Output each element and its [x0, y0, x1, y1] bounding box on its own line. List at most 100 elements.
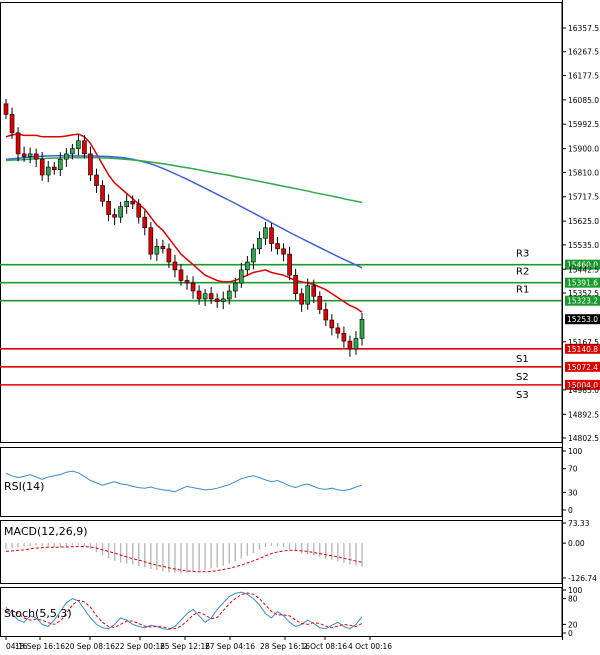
y-tick-label: 14802.5 — [568, 434, 599, 443]
candle-up — [239, 269, 244, 284]
y-tick-label: 0.00 — [568, 539, 585, 548]
y-tick-label: 14985.0 — [568, 386, 599, 395]
candle-down — [208, 293, 214, 300]
candle-down — [335, 327, 341, 334]
level-name-s2: S2 — [516, 372, 529, 383]
candle-down — [184, 280, 190, 284]
candle-up — [27, 153, 33, 157]
y-tick-label: 15442.5 — [568, 265, 599, 274]
y-tick-label: 16177.5 — [568, 71, 599, 80]
macd-signal-line — [5, 546, 363, 573]
candle-up — [263, 227, 268, 239]
candle-down — [15, 132, 21, 155]
time-axis: 04:1618 Sep 16:16 20 Sep 08:16 22 Sep 00:1… — [5, 636, 392, 651]
candle-up — [58, 158, 63, 171]
level-price-s2: 15072.4 — [567, 363, 598, 372]
y-tick-label: 16357.5 — [568, 24, 599, 33]
candle-down — [172, 261, 178, 271]
candle-down — [142, 216, 148, 229]
support-resistance-levels: R315460.0R215391.6R115323.2S115140.8S215… — [0, 249, 600, 401]
candle-down — [281, 248, 286, 255]
candle-down — [347, 340, 353, 350]
candle-down — [33, 153, 39, 160]
macd-panel: 73.33 0.00 -126.74 — [5, 519, 597, 583]
level-price-r2: 15391.6 — [567, 279, 598, 288]
candle-up — [257, 237, 262, 250]
candle-down — [106, 201, 111, 215]
candle-down — [341, 332, 347, 342]
macd-label: MACD(12,26,9) — [4, 525, 88, 538]
candle-down — [311, 285, 317, 297]
candle-down — [317, 295, 323, 310]
x-tick-label: 27 Sep 04:16 — [205, 642, 255, 651]
rsi-label: RSI(14) — [4, 480, 44, 493]
candle-down — [136, 203, 142, 218]
candle-down — [323, 309, 329, 321]
y-tick-label: 15535.0 — [568, 241, 599, 250]
candle-up — [226, 290, 232, 300]
candle-down — [112, 214, 117, 218]
y-tick-label: 80 — [568, 595, 578, 604]
y-tick-label: 15717.5 — [568, 193, 599, 202]
y-tick-label: 30 — [568, 488, 578, 497]
candle-up — [64, 153, 69, 160]
stoch-label: Stoch(5,5,3) — [4, 607, 72, 620]
candle-down — [3, 103, 9, 115]
y-tick-label: 0 — [568, 506, 573, 515]
chart-canvas: R315460.0R215391.6R115323.2S115140.8S215… — [0, 0, 600, 651]
candle-down — [293, 274, 298, 294]
level-name-r1: R1 — [516, 285, 529, 296]
candle-down — [214, 298, 220, 302]
level-name-r3: R3 — [516, 249, 529, 260]
level-name-s3: S3 — [516, 390, 529, 401]
y-tick-label: 70 — [568, 465, 578, 474]
candle-up — [45, 166, 51, 176]
level-name-r2: R2 — [516, 267, 529, 278]
candle-down — [287, 253, 292, 276]
x-tick-label: 18 Sep 16:16 — [15, 642, 65, 651]
candle-down — [39, 158, 45, 176]
x-tick-label: 4 Oct 00:16 — [348, 642, 392, 651]
y-tick-label: 15810.0 — [568, 168, 599, 177]
rsi-panel: 100 70 30 0 — [5, 447, 583, 515]
candle-down — [21, 153, 27, 157]
candle-down — [100, 185, 105, 202]
indicator-line-1 — [5, 470, 363, 493]
candle-down — [190, 282, 196, 292]
last-price-label: 15253.0 — [567, 315, 598, 324]
y-tick-label: 15900.0 — [568, 145, 599, 154]
y-tick-label: 16267.5 — [568, 48, 599, 57]
candle-down — [178, 269, 184, 281]
candle-down — [269, 227, 274, 244]
candle-down — [51, 166, 57, 171]
y-tick-label: 15992.5 — [568, 120, 599, 129]
candle-up — [353, 338, 359, 350]
candle-down — [275, 243, 280, 250]
panel-frame — [0, 587, 563, 637]
x-tick-label: 22 Sep 00:16 — [115, 642, 165, 651]
candle-up — [220, 298, 226, 302]
candle-up — [232, 282, 238, 292]
y-tick-label: 16085.0 — [568, 96, 599, 105]
moving-average-2 — [5, 154, 363, 269]
candle-up — [202, 293, 208, 300]
candle-down — [160, 245, 166, 250]
candle-up — [70, 148, 75, 155]
level-price-r1: 15323.2 — [567, 297, 598, 306]
y-tick-label: -126.74 — [568, 574, 597, 583]
candle-up — [359, 318, 365, 339]
candle-up — [124, 201, 129, 207]
candle-down — [148, 227, 154, 255]
candle-down — [299, 293, 304, 305]
y-tick-label: 15352.5 — [568, 289, 599, 298]
y-tick-label: 0 — [568, 629, 573, 638]
y-tick-label: 73.33 — [568, 519, 590, 528]
y-tick-label: 15167.5 — [568, 338, 599, 347]
candle-down — [196, 290, 202, 300]
candle-up — [251, 248, 256, 263]
candle-up — [118, 206, 123, 218]
candle-down — [94, 174, 99, 186]
y-tick-label: 15625.0 — [568, 217, 599, 226]
candle-down — [88, 153, 93, 176]
candlesticks — [3, 99, 365, 357]
